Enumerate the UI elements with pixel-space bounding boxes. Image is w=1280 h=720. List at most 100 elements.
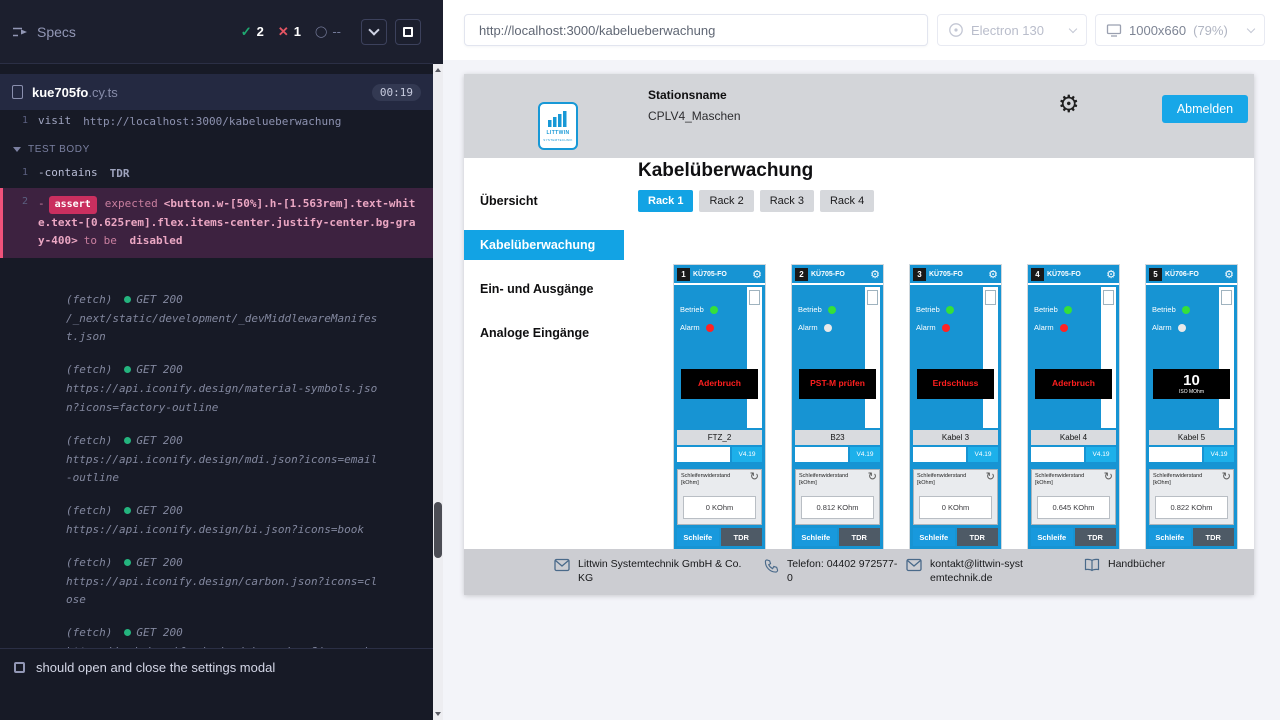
card-side-indicator — [749, 290, 760, 305]
firmware-version: V4.19 — [1086, 447, 1116, 462]
card-model: KÜ705-FO — [693, 271, 727, 278]
station-info: Stationsname CPLV4_Maschen — [648, 88, 741, 123]
test-box-icon — [14, 662, 25, 673]
reporter-scrollbar[interactable] — [433, 0, 443, 720]
refresh-icon[interactable]: ↻ — [868, 471, 877, 482]
card-number: 4 — [1031, 268, 1044, 281]
footer-manuals[interactable]: Handbücher — [1084, 557, 1165, 572]
tab-rack-1[interactable]: Rack 1 — [638, 190, 693, 212]
iso-value: 10 — [1183, 373, 1200, 390]
betrieb-led-row: Betrieb — [1034, 305, 1072, 314]
card-gear-icon[interactable]: ⚙ — [988, 269, 998, 280]
status-ok-dot — [124, 366, 131, 373]
app-header: LITTWIN SYSTEMTECHNIK Stationsname CPLV4… — [464, 74, 1254, 158]
refresh-icon[interactable]: ↻ — [1104, 471, 1113, 482]
refresh-icon[interactable]: ↻ — [750, 471, 759, 482]
resistance-value: 0 KOhm — [683, 496, 756, 519]
phone-icon — [764, 558, 779, 573]
status-ok-dot — [124, 296, 131, 303]
scrollbar-thumb[interactable] — [434, 502, 442, 558]
version-row: V4.19 — [677, 447, 762, 462]
collapse-runner-button[interactable] — [361, 19, 387, 45]
fetch-log-entry[interactable]: (fetch)GET 200 /_next/static/development… — [0, 288, 433, 352]
betrieb-led-row: Betrieb — [1152, 305, 1190, 314]
card-buttons: Schleife TDR — [1149, 528, 1234, 546]
sidebar-item-analoge-eingaenge[interactable]: Analoge Eingänge — [464, 318, 624, 348]
tdr-button[interactable]: TDR — [1075, 528, 1117, 546]
tdr-button[interactable]: TDR — [957, 528, 999, 546]
logout-button[interactable]: Abmelden — [1162, 95, 1248, 123]
contains-command[interactable]: 1 -contains TDR — [0, 162, 433, 187]
card-gear-icon[interactable]: ⚙ — [752, 269, 762, 280]
tdr-button[interactable]: TDR — [1193, 528, 1235, 546]
betrieb-led — [1182, 306, 1190, 314]
tdr-button[interactable]: TDR — [721, 528, 763, 546]
schleife-button[interactable]: Schleife — [913, 528, 955, 546]
card-side-panel — [1101, 287, 1116, 428]
fetch-log-entry[interactable]: (fetch)GET 200 https://api.iconify.desig… — [0, 621, 433, 648]
alarm-led — [942, 324, 950, 332]
scroll-down-arrow[interactable] — [433, 708, 443, 720]
schleife-button[interactable]: Schleife — [677, 528, 719, 546]
chevron-down-icon — [1247, 24, 1255, 32]
specs-menu-button[interactable]: Specs — [12, 24, 76, 40]
url-input[interactable] — [465, 15, 927, 45]
browser-selector[interactable]: Electron 130 — [937, 14, 1087, 46]
fetch-log-entry[interactable]: (fetch)GET 200 https://api.iconify.desig… — [0, 429, 433, 493]
status-display: 10 ISO MOhm — [1153, 369, 1230, 399]
sidebar-item-ein-und-ausgaenge[interactable]: Ein- und Ausgänge — [464, 274, 624, 304]
card-side-indicator — [1103, 290, 1114, 305]
electron-icon — [948, 22, 964, 38]
iso-unit: ISO MOhm — [1179, 389, 1204, 395]
viewport-selector[interactable]: 1000x660 (79%) — [1095, 14, 1265, 46]
reporter-header: Specs ✓2 ✕1 ◯-- — [0, 0, 433, 64]
tdr-button[interactable]: TDR — [839, 528, 881, 546]
card-model: KÜ706-FO — [1165, 271, 1199, 278]
fetch-log-entry[interactable]: (fetch)GET 200 https://api.iconify.desig… — [0, 551, 433, 615]
schleife-button[interactable]: Schleife — [795, 528, 837, 546]
status-ok-dot — [124, 629, 131, 636]
cypress-reporter: Specs ✓2 ✕1 ◯-- kue705fo.cy.ts 00:19 1 v… — [0, 0, 433, 720]
chevron-down-icon — [1069, 24, 1077, 32]
card-buttons: Schleife TDR — [677, 528, 762, 546]
stop-icon — [403, 27, 413, 37]
alarm-led-row: Alarm — [1152, 323, 1186, 332]
failed-assert-command[interactable]: 2 -assertexpected<button.w-[50%].h-[1.56… — [0, 188, 433, 258]
scrollbar-track[interactable] — [433, 64, 443, 720]
fetch-log-entry[interactable]: (fetch)GET 200 https://api.iconify.desig… — [0, 358, 433, 422]
measurement-panel: Schleifenwiderstand [kOhm] ↻ 0.645 KOhm — [1031, 469, 1116, 525]
card-gear-icon[interactable]: ⚙ — [1224, 269, 1234, 280]
tab-rack-4[interactable]: Rack 4 — [820, 190, 874, 212]
resistance-value: 0 KOhm — [919, 496, 992, 519]
sidebar-item-kabelueberwachung[interactable]: Kabelüberwachung — [464, 230, 624, 260]
tab-rack-3[interactable]: Rack 3 — [760, 190, 814, 212]
visit-command[interactable]: 1 visit http://localhost:3000/kabelueber… — [0, 110, 433, 135]
card-gear-icon[interactable]: ⚙ — [1106, 269, 1116, 280]
app-sidebar: Übersicht Kabelüberwachung Ein- und Ausg… — [464, 158, 624, 549]
test-body-section[interactable]: TEST BODY — [0, 135, 433, 162]
schleife-button[interactable]: Schleife — [1031, 528, 1073, 546]
alarm-led — [824, 324, 832, 332]
mail-icon — [554, 558, 570, 572]
next-test-title[interactable]: should open and close the settings modal — [0, 648, 433, 686]
firmware-version: V4.19 — [732, 447, 762, 462]
spec-name: kue705fo.cy.ts — [32, 85, 118, 100]
spec-row[interactable]: kue705fo.cy.ts 00:19 — [0, 74, 433, 110]
alarm-led — [1060, 324, 1068, 332]
scroll-up-arrow[interactable] — [433, 64, 443, 76]
stop-button[interactable] — [395, 19, 421, 45]
settings-gear-icon[interactable]: ⚙ — [1058, 92, 1080, 116]
card-side-panel — [865, 287, 880, 428]
fetch-log-entry[interactable]: (fetch)GET 200 https://api.iconify.desig… — [0, 499, 433, 545]
station-label: Stationsname — [648, 88, 741, 102]
card-gear-icon[interactable]: ⚙ — [870, 269, 880, 280]
refresh-icon[interactable]: ↻ — [986, 471, 995, 482]
tab-rack-2[interactable]: Rack 2 — [699, 190, 753, 212]
refresh-icon[interactable]: ↻ — [1222, 471, 1231, 482]
resistance-value: 0.812 KOhm — [801, 496, 874, 519]
resistance-value: 0.645 KOhm — [1037, 496, 1110, 519]
sidebar-item-uebersicht[interactable]: Übersicht — [464, 186, 624, 216]
device-card-4: 4 KÜ705-FO ⚙ Betrieb Alarm Aderbruch Kab… — [1028, 265, 1119, 549]
schleife-button[interactable]: Schleife — [1149, 528, 1191, 546]
app-stage: LITTWIN SYSTEMTECHNIK Stationsname CPLV4… — [443, 60, 1280, 720]
